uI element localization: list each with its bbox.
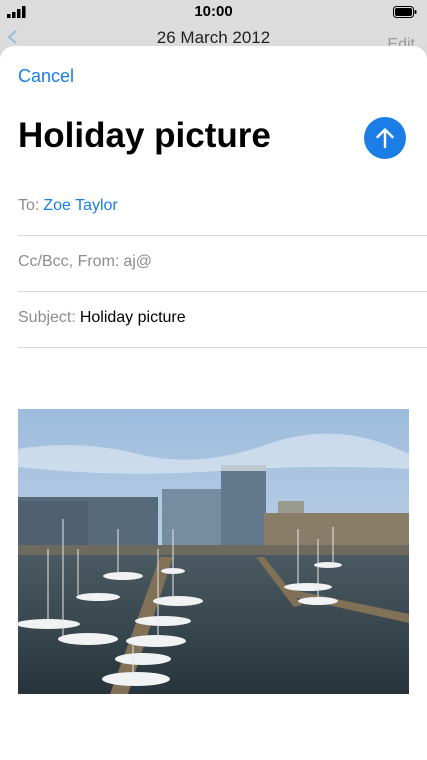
subject-field[interactable]: Subject: Holiday picture: [18, 291, 427, 348]
compose-title: Holiday picture: [18, 116, 271, 155]
status-time: 10:00: [194, 3, 233, 20]
cancel-button[interactable]: Cancel: [18, 66, 74, 87]
arrow-up-icon: [376, 128, 394, 149]
to-label: To:: [18, 197, 40, 214]
harbour-photo-image: [18, 409, 409, 694]
recipient-token[interactable]: Zoe Taylor: [43, 197, 117, 214]
compose-sheet: Cancel Holiday picture To: Zoe Taylor Cc/…: [0, 46, 427, 760]
send-button[interactable]: [364, 117, 406, 159]
from-value: aj@: [123, 253, 153, 270]
attached-photo[interactable]: [18, 409, 409, 694]
to-field[interactable]: To: Zoe Taylor: [18, 179, 427, 236]
cc-bcc-from-field[interactable]: Cc/Bcc, From: aj@: [18, 235, 427, 292]
cc-bcc-from-label: Cc/Bcc, From:: [18, 253, 120, 270]
background-mail-header: 26 March 2012 Edit: [0, 24, 427, 53]
status-bar: 10:00: [0, 0, 427, 24]
subject-label: Subject:: [18, 309, 76, 326]
background-date-title: 26 March 2012: [156, 28, 271, 47]
subject-input[interactable]: Holiday picture: [80, 309, 186, 326]
battery-icon: [393, 6, 417, 18]
